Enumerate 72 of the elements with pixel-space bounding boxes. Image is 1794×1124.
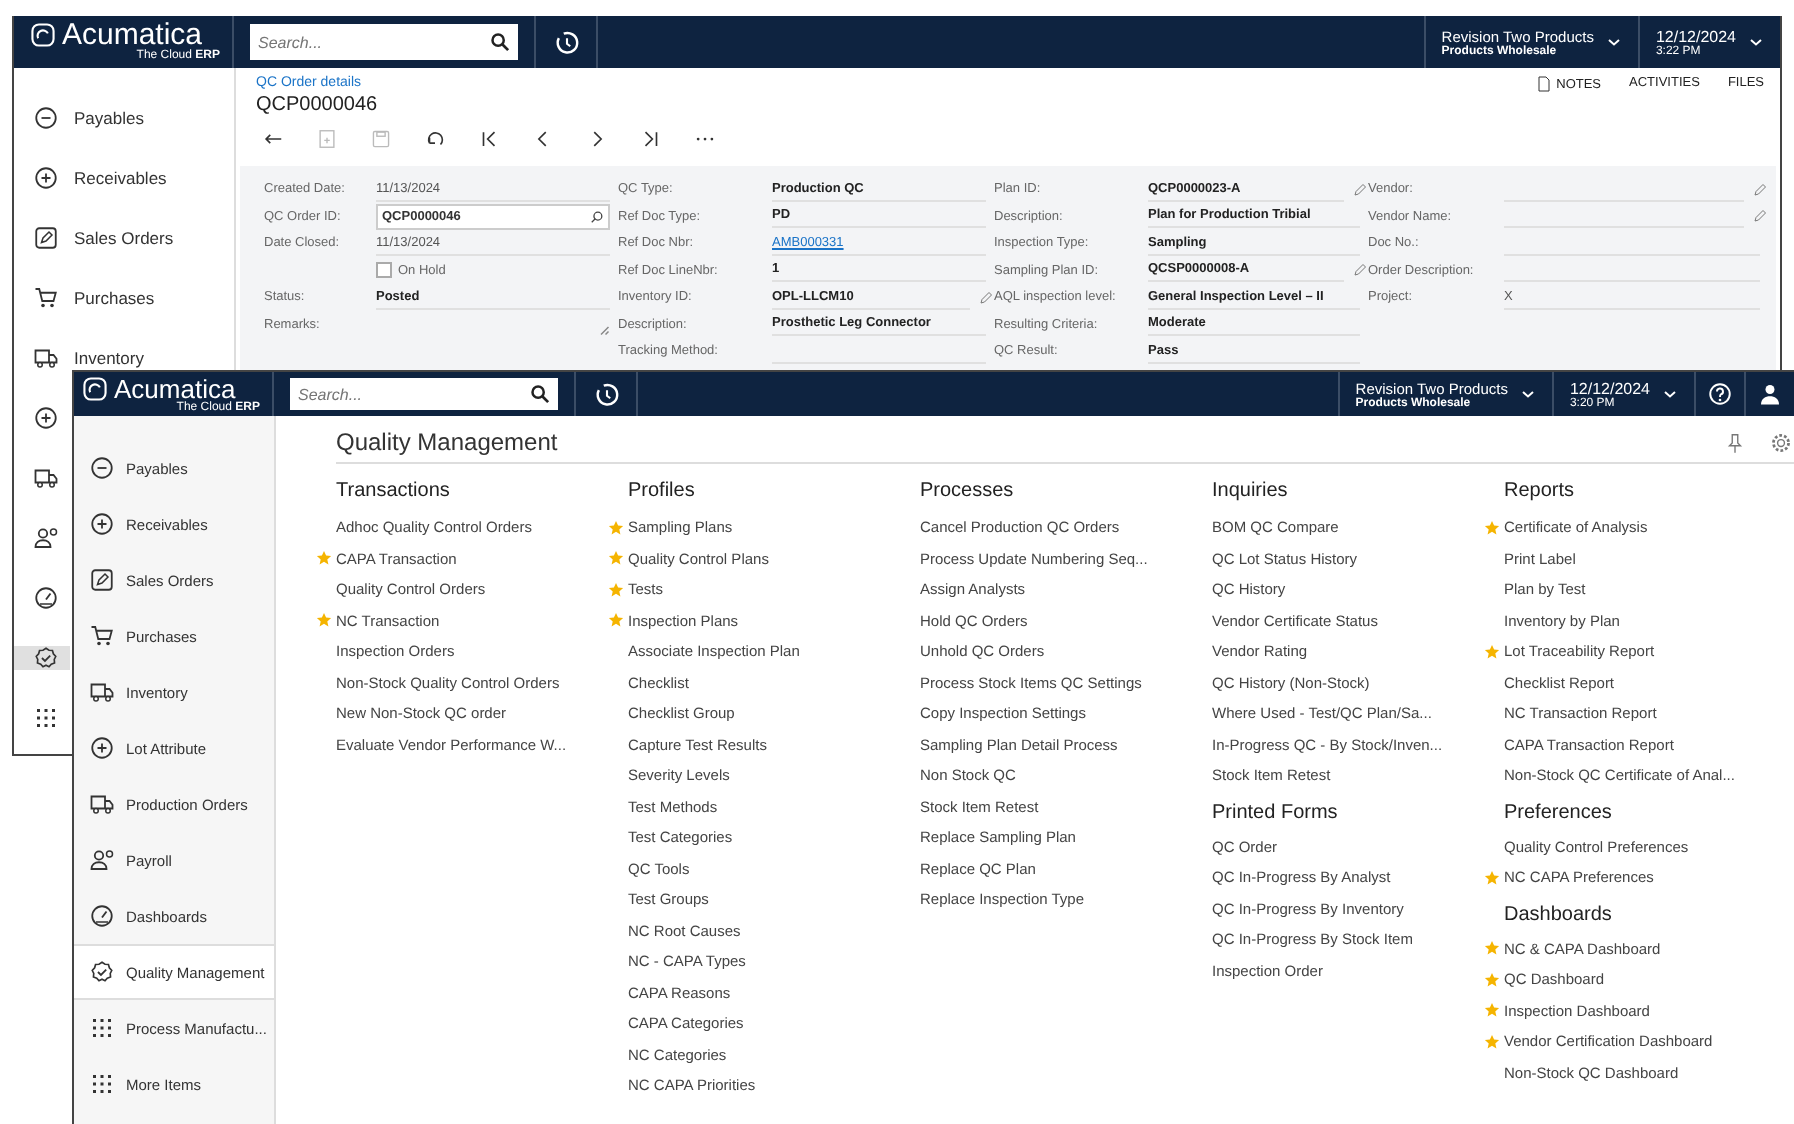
logo-name: Acumatica: [114, 376, 236, 402]
section-heading: Preferences: [1504, 799, 1614, 827]
plus-circle-icon: [90, 512, 114, 536]
search-icon[interactable]: [530, 384, 550, 404]
star-icon[interactable]: [1484, 940, 1500, 957]
sidebar-item[interactable]: Receivables: [14, 166, 234, 190]
star-icon[interactable]: [316, 612, 332, 629]
plus-circle-icon: [90, 736, 114, 760]
section-heading: Reports: [1504, 478, 1577, 506]
history-icon[interactable]: [553, 29, 579, 55]
minus-circle-icon: [34, 106, 58, 130]
gauge-icon: [90, 904, 114, 928]
logo-name: Acumatica: [62, 20, 203, 50]
search-field[interactable]: Search...: [250, 24, 518, 60]
history-icon[interactable]: [593, 381, 619, 407]
chevron-down-icon[interactable]: [1662, 386, 1678, 402]
section-heading: Dashboards: [1504, 901, 1614, 929]
star-icon[interactable]: [1484, 869, 1500, 886]
search-icon[interactable]: [590, 209, 604, 224]
section-heading: Printed Forms: [1212, 799, 1340, 827]
sidebar-item[interactable]: [14, 646, 70, 670]
star-icon[interactable]: [608, 550, 624, 567]
page-title: QCP0000046: [256, 94, 378, 116]
person-coin-icon: [90, 848, 114, 872]
section-heading: Processes: [920, 478, 1016, 506]
chevron-down-icon[interactable]: [1748, 34, 1764, 50]
grid-icon: [90, 1016, 114, 1040]
gauge-icon: [34, 586, 58, 610]
search-icon[interactable]: [490, 32, 510, 52]
star-icon[interactable]: [608, 612, 624, 629]
plus-circle-icon: [34, 406, 58, 430]
chevron-down-icon[interactable]: [1519, 386, 1536, 402]
chevron-down-icon[interactable]: [1605, 34, 1622, 50]
section-heading: Profiles: [628, 478, 697, 506]
grid-icon: [34, 706, 58, 730]
user-icon[interactable]: [1758, 382, 1782, 406]
logo-icon: [30, 22, 56, 48]
minus-circle-icon: [90, 456, 114, 480]
section-heading: Inquiries: [1212, 478, 1290, 506]
person-coin-icon: [34, 526, 58, 550]
sidebar-item[interactable]: Inventory: [14, 346, 234, 370]
star-icon[interactable]: [608, 581, 624, 598]
star-icon[interactable]: [608, 519, 624, 536]
logo-icon: [82, 376, 108, 402]
settings-icon[interactable]: [1770, 431, 1792, 453]
pencil-square-icon: [34, 226, 58, 250]
sidebar-item[interactable]: Payables: [14, 106, 234, 130]
pin-icon[interactable]: [1724, 431, 1746, 453]
truck-icon: [34, 346, 58, 370]
help-icon[interactable]: [1708, 382, 1732, 406]
star-icon[interactable]: [1484, 1002, 1500, 1019]
star-icon[interactable]: [1484, 971, 1500, 988]
page-title: Quality Management: [336, 428, 558, 456]
sidebar-item[interactable]: Purchases: [14, 286, 234, 310]
star-icon[interactable]: [1484, 643, 1500, 660]
sidebar-item[interactable]: Sales Orders: [14, 226, 234, 250]
cart-icon: [34, 286, 58, 310]
resize-grip-icon[interactable]: [598, 323, 610, 336]
truck-icon: [34, 466, 58, 490]
truck-icon: [90, 792, 114, 816]
star-icon[interactable]: [1484, 519, 1500, 536]
note-icon: [1536, 76, 1553, 92]
star-icon[interactable]: [316, 550, 332, 567]
plus-circle-icon: [34, 166, 58, 190]
checkbox[interactable]: [376, 262, 392, 279]
search-field[interactable]: Search...: [290, 378, 558, 410]
star-icon[interactable]: [1484, 1033, 1500, 1050]
section-heading: Transactions: [336, 478, 452, 506]
cart-icon: [90, 624, 114, 648]
pencil-square-icon: [90, 568, 114, 592]
grid-icon: [90, 1072, 114, 1096]
truck-icon: [90, 680, 114, 704]
